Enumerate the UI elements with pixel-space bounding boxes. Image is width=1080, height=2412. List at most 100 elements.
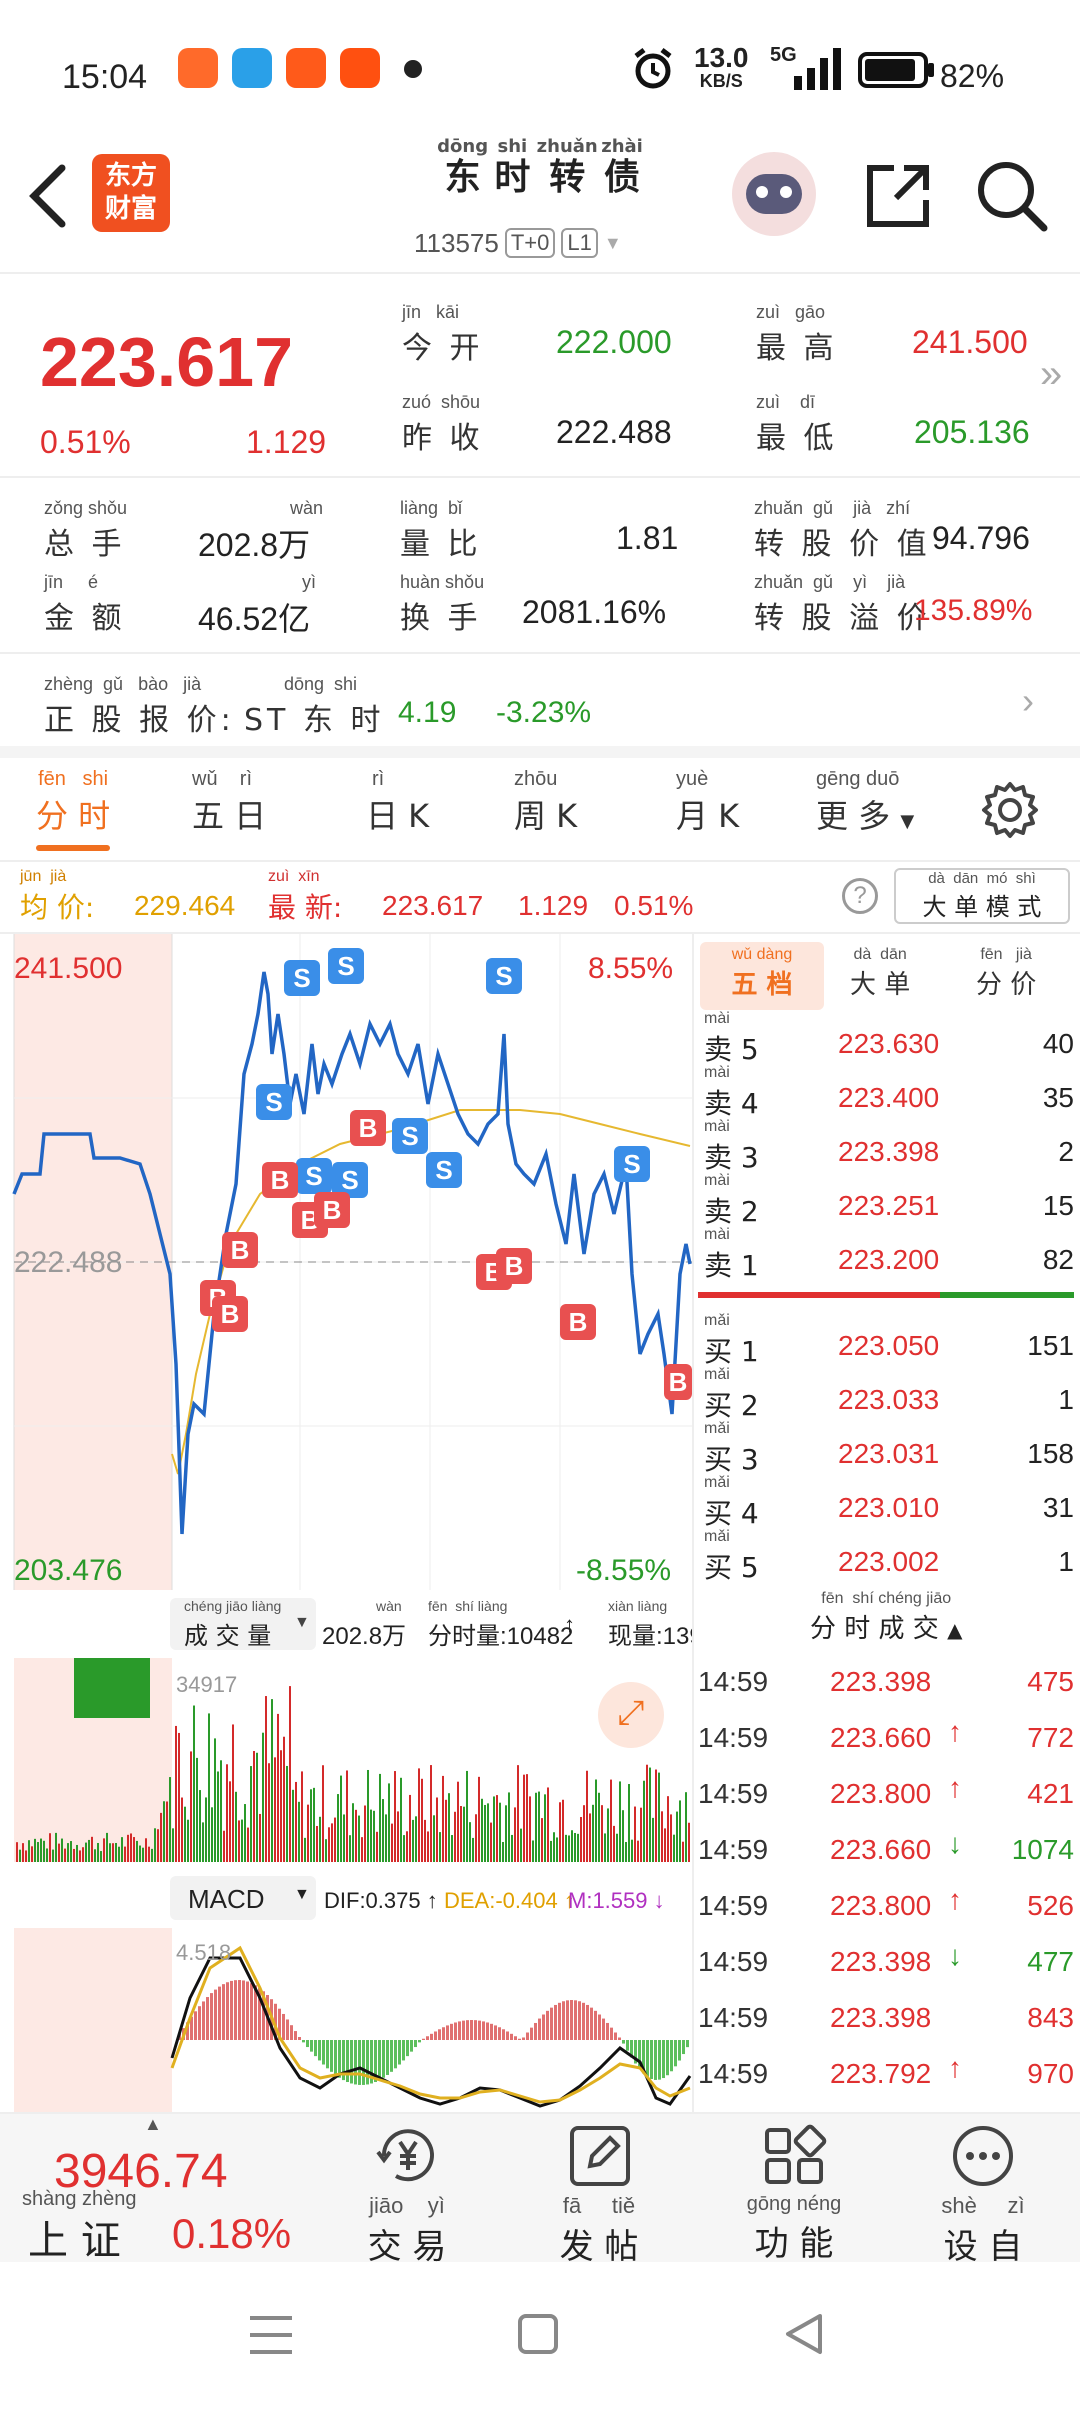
- index-expand-icon: ▲: [144, 2114, 162, 2134]
- nav-post[interactable]: fā tiě 发 帖: [534, 2124, 664, 2267]
- volume-bar: [457, 1781, 459, 1862]
- macd-chart[interactable]: 4.518: [0, 1928, 692, 2112]
- macd-bar: [610, 2027, 613, 2040]
- stock-code-row[interactable]: 113575 T+0 L1 ▼: [414, 226, 622, 260]
- volume-bar: [16, 1842, 18, 1862]
- avg-label: jūn jià 均 价:: [20, 868, 95, 924]
- macd-bar: [442, 2027, 445, 2040]
- volume-bar: [133, 1837, 135, 1862]
- volume-bar: [604, 1833, 606, 1862]
- back-triangle-icon[interactable]: [780, 2310, 828, 2358]
- home-icon[interactable]: [516, 2312, 560, 2356]
- macd-bar: [450, 2023, 453, 2040]
- nav-settings[interactable]: shè zì 设 自: [918, 2124, 1048, 2267]
- volume-bar: [157, 1829, 159, 1862]
- macd-bar: [454, 2022, 457, 2040]
- tab-more[interactable]: gēng duō 更 多 ▼: [816, 768, 914, 837]
- change-percent: 0.51%: [40, 424, 131, 460]
- volume-bar: [226, 1764, 228, 1862]
- tab-week-k[interactable]: zhōu 周 K: [514, 768, 577, 837]
- app-logo[interactable]: 东方 财富: [92, 154, 170, 232]
- macd-bar: [526, 2032, 529, 2040]
- volume-bar: [580, 1817, 582, 1862]
- macd-selector[interactable]: MACD ▼: [170, 1876, 316, 1920]
- volume-bar: [205, 1797, 207, 1862]
- macd-bar: [306, 2040, 309, 2048]
- macd-bar: [598, 2014, 601, 2040]
- volume-chart[interactable]: 34917 ⤢: [0, 1658, 692, 1862]
- ticks-header[interactable]: fēn shí chéng jiāo 分 时 成 交 ▲: [810, 1590, 962, 1645]
- macd-bar: [314, 2040, 317, 2057]
- expand-chevron-icon[interactable]: »: [1040, 352, 1062, 397]
- volume-bar: [454, 1811, 456, 1862]
- volume-bar: [121, 1837, 123, 1862]
- volume-bar: [607, 1808, 609, 1862]
- volume-bar: [469, 1822, 471, 1862]
- intraday-chart[interactable]: 241.500 8.55% 222.488 203.476 -8.55% S S…: [0, 934, 692, 1590]
- tick-price: 223.660: [830, 1722, 932, 1753]
- macd-bar: [422, 2038, 425, 2040]
- volume-bar: [169, 1777, 171, 1862]
- volume-bar: [352, 1803, 354, 1862]
- volume-bar: [637, 1840, 639, 1862]
- index-widget[interactable]: ▲ 3946.74 shàng zhèng 上 证 0.18%: [0, 2114, 330, 2264]
- volume-bar: [310, 1789, 312, 1862]
- volume-bar: [655, 1769, 657, 1862]
- volume-bar: [79, 1850, 81, 1862]
- volume-bar: [364, 1805, 366, 1862]
- book-tab-big-order[interactable]: dà dān 大 单: [850, 946, 910, 1001]
- volume-bar: [82, 1847, 84, 1862]
- macd-bar: [562, 2001, 565, 2040]
- volume-bar: [652, 1817, 654, 1862]
- macd-bar: [490, 2023, 493, 2040]
- bid-row-1: mǎi 买 1 223.050 151: [704, 1312, 1074, 1368]
- volume-bar: [688, 1822, 690, 1862]
- volume-bar: [484, 1804, 486, 1862]
- more-dots-icon: [953, 2126, 1013, 2186]
- underlying-stock-row[interactable]: zhèng gǔ bào jià 正 股 报 价: dōng shi ST 东 …: [0, 654, 1080, 744]
- volume-bar: [559, 1802, 561, 1862]
- volume-chart-svg: [14, 1658, 690, 1862]
- macd-bar: [658, 2040, 661, 2080]
- fullscreen-icon[interactable]: ⤢: [598, 1682, 664, 1748]
- volume-bar: [631, 1839, 633, 1862]
- volume-bar: [262, 1732, 264, 1862]
- high-label: zuì gāo 最 高: [756, 302, 838, 366]
- volume-bar: [649, 1767, 651, 1862]
- help-icon[interactable]: ?: [842, 878, 878, 914]
- amount-value: 46.52亿: [198, 601, 311, 637]
- share-icon[interactable]: [864, 160, 934, 230]
- book-tab-price-dist[interactable]: fēn jià 分 价: [976, 946, 1036, 1001]
- big-order-mode-button[interactable]: dà dān mó shì 大 单 模 式: [894, 868, 1070, 924]
- nav-trade[interactable]: jiāo yì 交 易: [342, 2124, 472, 2267]
- latest-value: 223.617: [382, 890, 484, 921]
- tick-qty: 843: [1027, 2002, 1074, 2033]
- settings-gear-icon[interactable]: [980, 780, 1040, 840]
- back-icon[interactable]: [26, 164, 70, 228]
- macd-bar: [214, 1989, 217, 2040]
- tab-fenshi[interactable]: fēn shi 分 时: [36, 768, 110, 851]
- volume-bar: [301, 1771, 303, 1862]
- robot-avatar-icon[interactable]: [732, 152, 816, 236]
- low-value: 205.136: [914, 414, 1030, 450]
- search-icon[interactable]: [976, 160, 1048, 232]
- volume-bar: [517, 1765, 519, 1862]
- volume-bar: [74, 1658, 150, 1718]
- nav-functions[interactable]: gōng néng 功 能: [724, 2124, 864, 2264]
- tab-month-k[interactable]: yuè 月 K: [676, 768, 739, 837]
- volume-bar: [343, 1814, 345, 1862]
- turnover-label: huàn shǒu 换 手: [400, 572, 485, 636]
- macd-bar: [530, 2027, 533, 2040]
- menu-icon[interactable]: [246, 2312, 296, 2358]
- volume-bar: [664, 1828, 666, 1862]
- volume-bar: [112, 1843, 114, 1862]
- buy-marker: B: [222, 1232, 258, 1268]
- app-notification-icons: [178, 48, 428, 92]
- tab-day-k[interactable]: rì 日 K: [366, 768, 429, 837]
- macd-max: 4.518: [176, 1940, 232, 1965]
- book-tab-five-level[interactable]: wǔ dàng 五 档: [700, 942, 824, 1010]
- ticks-panel[interactable]: fēn shí chéng jiāo 分 时 成 交 ▲ 14:59 223.39…: [694, 1590, 1080, 2114]
- volume-selector[interactable]: chéng jiāo liàng 成 交 量 ▼: [170, 1598, 316, 1650]
- tab-five-day[interactable]: wǔ rì 五 日: [192, 768, 266, 837]
- macd-bar: [586, 2004, 589, 2040]
